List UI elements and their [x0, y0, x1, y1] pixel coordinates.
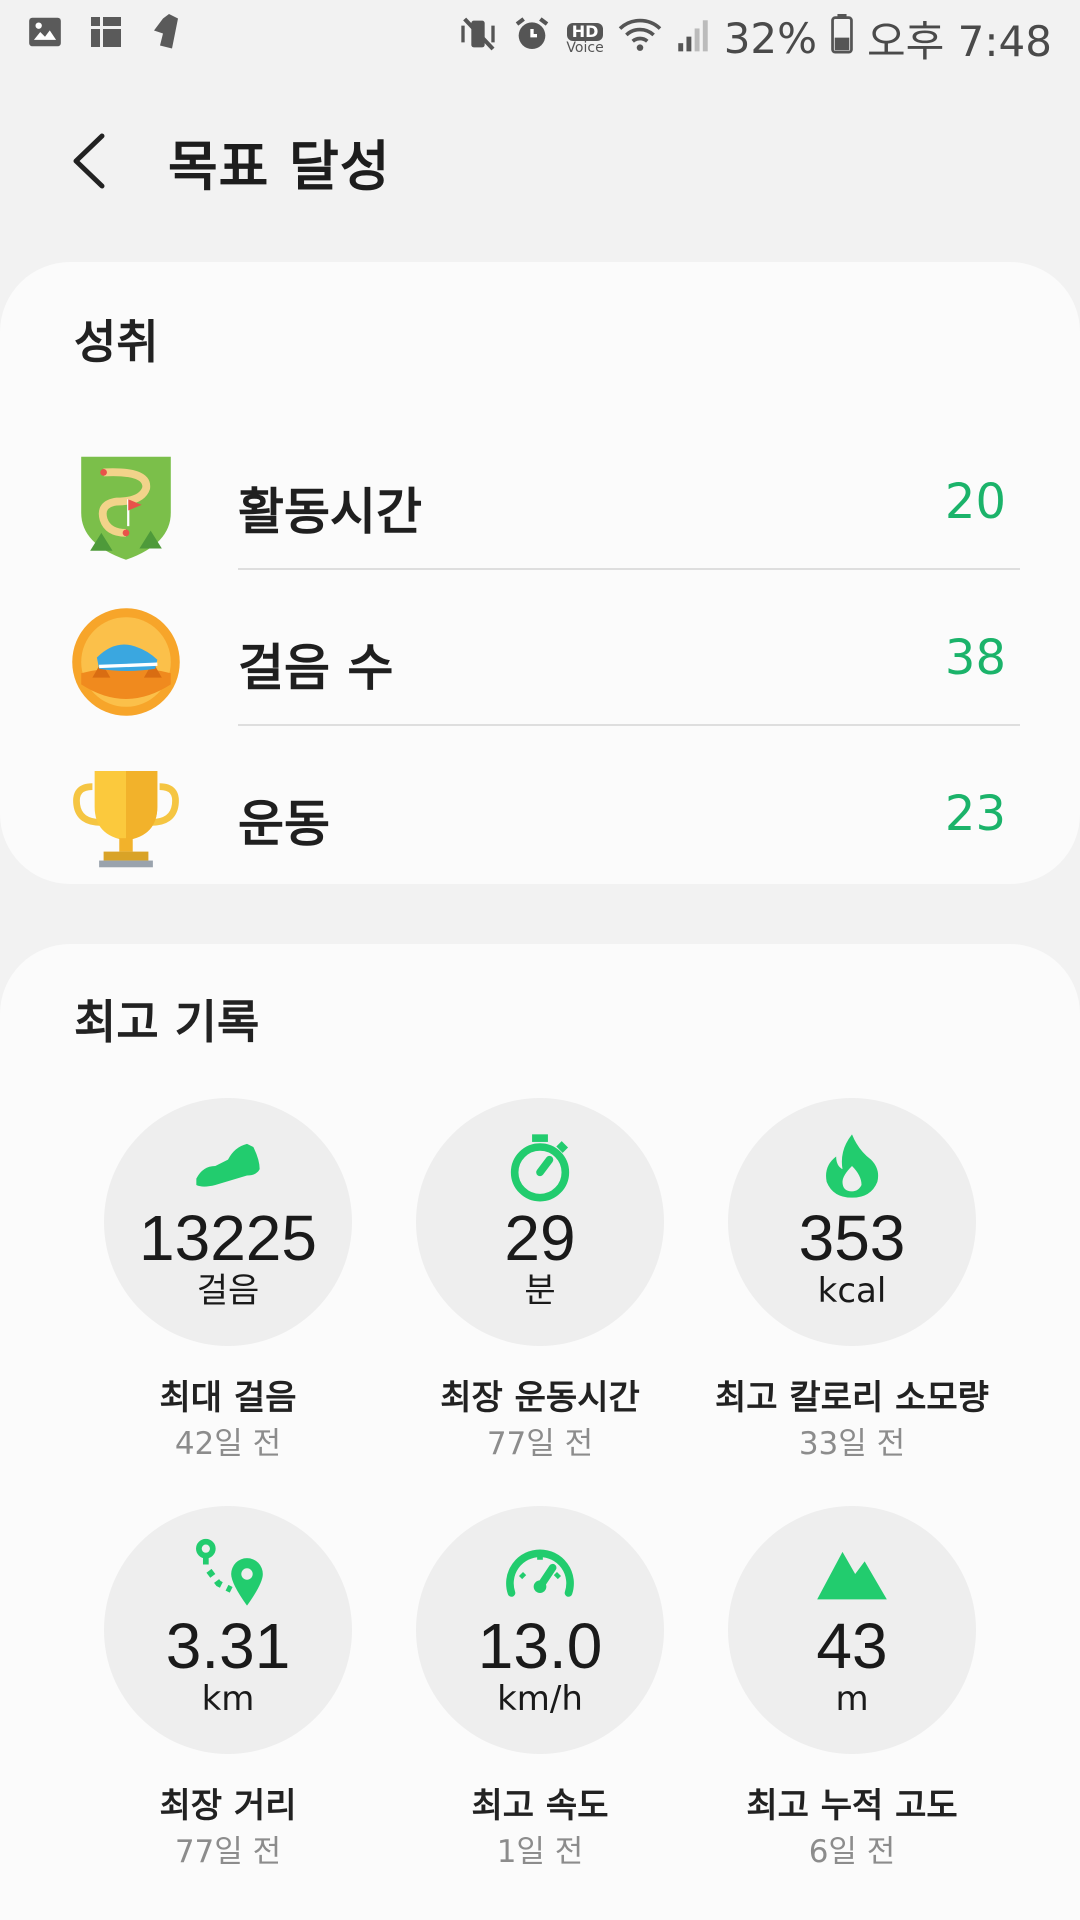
flame-icon [814, 1128, 890, 1204]
samsung-health-notification-icon [148, 12, 184, 56]
signal-icon [676, 14, 710, 63]
active-time-badge-icon [70, 450, 182, 562]
achievement-label: 걸음 수 [238, 639, 394, 697]
hd-voice-icon: HD Voice [566, 21, 604, 56]
record-date: 77일 전 [174, 1834, 282, 1870]
record-value: 13225 [139, 1202, 317, 1274]
record-date: 1일 전 [496, 1834, 584, 1870]
status-bar: HD Voice 32% 오후 7:48 [0, 0, 1080, 72]
record-max-elevation[interactable]: 43 m 최고 누적 고도 6일 전 [696, 1506, 1008, 1906]
record-unit: m [835, 1679, 869, 1719]
achievement-item-steps[interactable]: 걸음 수 38 [0, 586, 1080, 741]
record-date: 77일 전 [486, 1426, 594, 1462]
record-value: 43 [816, 1610, 888, 1682]
page-title: 목표 달성 [168, 135, 391, 198]
record-unit: 걸음 [196, 1271, 260, 1311]
divider [238, 724, 1020, 726]
flipboard-notification-icon [88, 14, 124, 54]
record-unit: km [201, 1679, 255, 1719]
achievement-count: 20 [944, 474, 1006, 530]
record-label: 최고 누적 고도 [746, 1786, 958, 1826]
achievement-item-exercise[interactable]: 운동 23 [0, 742, 1080, 897]
app-header: 목표 달성 [0, 100, 1080, 220]
alarm-icon [512, 14, 552, 64]
record-date: 6일 전 [808, 1834, 896, 1870]
record-value: 3.31 [165, 1610, 291, 1682]
achievement-label: 활동시간 [238, 483, 422, 541]
record-max-speed[interactable]: 13.0 km/h 최고 속도 1일 전 [384, 1506, 696, 1906]
record-circle: 3.31 km [104, 1506, 352, 1754]
mountain-icon [814, 1536, 890, 1612]
speedometer-icon [502, 1536, 578, 1612]
trophy-icon [70, 762, 182, 874]
record-date: 33일 전 [798, 1426, 906, 1462]
record-longest-distance[interactable]: 3.31 km 최장 거리 77일 전 [72, 1506, 384, 1906]
steps-badge-icon [70, 606, 182, 718]
gallery-notification-icon [26, 13, 64, 55]
achievements-title: 성취 [74, 315, 159, 369]
record-value: 29 [504, 1202, 576, 1274]
record-circle: 13.0 km/h [416, 1506, 664, 1754]
route-icon [190, 1536, 266, 1612]
achievement-count: 38 [944, 630, 1006, 686]
achievement-item-active-time[interactable]: 활동시간 20 [0, 430, 1080, 585]
vibrate-mute-icon [458, 14, 498, 64]
record-circle: 29 분 [416, 1098, 664, 1346]
records-title: 최고 기록 [74, 995, 260, 1049]
divider [238, 568, 1020, 570]
achievements-card: 성취 활동시간 20 걸음 수 38 운동 23 [0, 262, 1080, 884]
record-max-calories[interactable]: 353 kcal 최고 칼로리 소모량 33일 전 [696, 1098, 1008, 1498]
best-records-card: 최고 기록 13225 걸음 최대 걸음 42일 전 29 분 최장 운동시간 … [0, 944, 1080, 1920]
battery-icon [831, 13, 853, 64]
record-value: 13.0 [477, 1610, 603, 1682]
record-unit: km/h [497, 1679, 583, 1719]
record-max-steps[interactable]: 13225 걸음 최대 걸음 42일 전 [72, 1098, 384, 1498]
record-longest-duration[interactable]: 29 분 최장 운동시간 77일 전 [384, 1098, 696, 1498]
back-button[interactable] [62, 126, 122, 196]
shoe-icon [190, 1128, 266, 1204]
battery-percent: 32% [723, 14, 818, 63]
stopwatch-icon [502, 1128, 578, 1204]
record-circle: 353 kcal [728, 1098, 976, 1346]
record-label: 최고 칼로리 소모량 [715, 1378, 989, 1418]
achievement-label: 운동 [238, 795, 330, 853]
record-date: 42일 전 [174, 1426, 282, 1462]
wifi-icon [618, 14, 662, 64]
record-unit: 분 [524, 1271, 556, 1311]
clock: 오후 7:48 [867, 17, 1052, 66]
achievement-count: 23 [944, 786, 1006, 842]
record-unit: kcal [817, 1271, 887, 1311]
record-value: 353 [798, 1202, 906, 1274]
record-circle: 43 m [728, 1506, 976, 1754]
record-circle: 13225 걸음 [104, 1098, 352, 1346]
chevron-left-icon [73, 133, 105, 189]
